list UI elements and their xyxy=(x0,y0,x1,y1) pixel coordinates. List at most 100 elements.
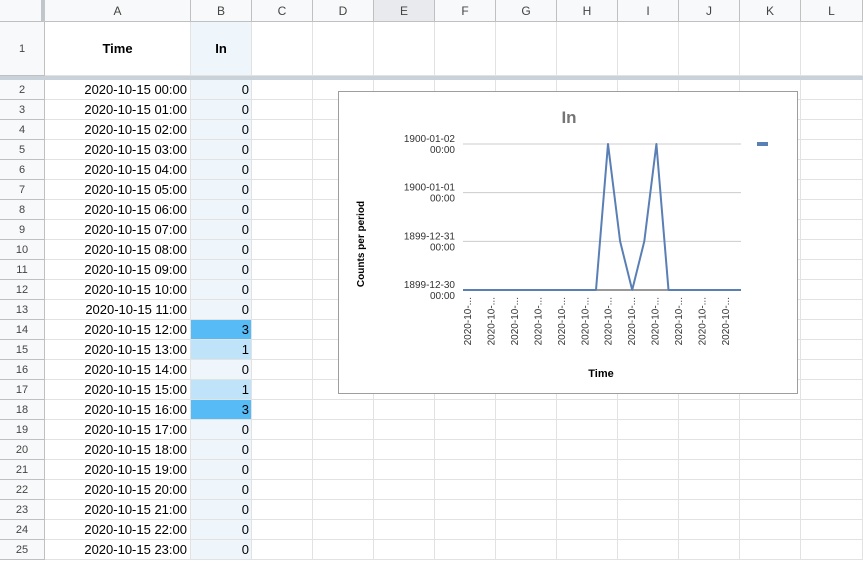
cell-empty[interactable] xyxy=(374,540,435,560)
cell-empty[interactable] xyxy=(252,120,313,140)
cell-time[interactable]: 2020-10-15 04:00 xyxy=(45,160,191,180)
row-header-16[interactable]: 16 xyxy=(0,360,45,380)
cell-empty[interactable] xyxy=(618,520,679,540)
cell-in[interactable]: 0 xyxy=(191,220,252,240)
cell-time[interactable]: 2020-10-15 18:00 xyxy=(45,440,191,460)
cell-in[interactable]: 0 xyxy=(191,360,252,380)
row-header-12[interactable]: 12 xyxy=(0,280,45,300)
cell-empty[interactable] xyxy=(801,100,863,120)
column-header-b[interactable]: B xyxy=(191,0,252,22)
column-header-h[interactable]: H xyxy=(557,0,618,22)
cell-time[interactable]: 2020-10-15 16:00 xyxy=(45,400,191,420)
row-header-17[interactable]: 17 xyxy=(0,380,45,400)
cell-empty[interactable] xyxy=(252,440,313,460)
cell-empty[interactable] xyxy=(496,500,557,520)
cell-empty[interactable] xyxy=(313,480,374,500)
cell-empty[interactable] xyxy=(313,540,374,560)
cell-time[interactable]: 2020-10-15 02:00 xyxy=(45,120,191,140)
cell-empty[interactable] xyxy=(679,480,740,500)
column-header-c[interactable]: C xyxy=(252,0,313,22)
cell-empty[interactable] xyxy=(252,200,313,220)
row-header-1[interactable]: 1 xyxy=(0,22,45,76)
cell-empty[interactable] xyxy=(252,260,313,280)
cell-empty[interactable] xyxy=(618,440,679,460)
cell-empty[interactable] xyxy=(679,520,740,540)
cell-empty[interactable] xyxy=(679,420,740,440)
cell-empty[interactable] xyxy=(679,460,740,480)
cell-empty[interactable] xyxy=(557,480,618,500)
cell-empty[interactable] xyxy=(801,80,863,100)
cell-empty[interactable] xyxy=(557,540,618,560)
cell-empty[interactable] xyxy=(435,500,496,520)
cell-in[interactable]: 0 xyxy=(191,440,252,460)
cell-empty[interactable] xyxy=(435,540,496,560)
cell-empty[interactable] xyxy=(252,22,313,76)
column-header-d[interactable]: D xyxy=(313,0,374,22)
cell-in[interactable]: 0 xyxy=(191,280,252,300)
cell-empty[interactable] xyxy=(252,520,313,540)
cell-time[interactable]: 2020-10-15 13:00 xyxy=(45,340,191,360)
cell-in[interactable]: 0 xyxy=(191,140,252,160)
cell-empty[interactable] xyxy=(679,500,740,520)
cell-time[interactable]: 2020-10-15 19:00 xyxy=(45,460,191,480)
cell-empty[interactable] xyxy=(374,400,435,420)
cell-empty[interactable] xyxy=(740,500,801,520)
cell-in[interactable]: 3 xyxy=(191,400,252,420)
cell-empty[interactable] xyxy=(374,22,435,76)
cell-empty[interactable] xyxy=(252,160,313,180)
cell-empty[interactable] xyxy=(252,360,313,380)
cell-empty[interactable] xyxy=(435,460,496,480)
cell-in[interactable]: 3 xyxy=(191,320,252,340)
select-all-corner[interactable] xyxy=(0,0,45,22)
row-header-6[interactable]: 6 xyxy=(0,160,45,180)
cell-empty[interactable] xyxy=(435,400,496,420)
cell-empty[interactable] xyxy=(801,460,863,480)
row-header-3[interactable]: 3 xyxy=(0,100,45,120)
cell-time[interactable]: 2020-10-15 17:00 xyxy=(45,420,191,440)
cell-empty[interactable] xyxy=(557,420,618,440)
cell-time[interactable]: 2020-10-15 07:00 xyxy=(45,220,191,240)
column-header-g[interactable]: G xyxy=(496,0,557,22)
cell-empty[interactable] xyxy=(740,440,801,460)
row-header-25[interactable]: 25 xyxy=(0,540,45,560)
cell-empty[interactable] xyxy=(252,300,313,320)
cell-empty[interactable] xyxy=(618,540,679,560)
frozen-row-divider[interactable] xyxy=(0,76,863,80)
cell-in[interactable]: 0 xyxy=(191,540,252,560)
cell-empty[interactable] xyxy=(618,480,679,500)
cell-in[interactable]: 1 xyxy=(191,380,252,400)
cell-empty[interactable] xyxy=(252,280,313,300)
cell-empty[interactable] xyxy=(740,420,801,440)
column-header-k[interactable]: K xyxy=(740,0,801,22)
cell-empty[interactable] xyxy=(618,400,679,420)
cell-empty[interactable] xyxy=(801,360,863,380)
cell-empty[interactable] xyxy=(801,200,863,220)
cell-empty[interactable] xyxy=(557,500,618,520)
cell-empty[interactable] xyxy=(801,140,863,160)
column-header-a[interactable]: A xyxy=(45,0,191,22)
cell-empty[interactable] xyxy=(618,500,679,520)
cell-empty[interactable] xyxy=(374,480,435,500)
cell-empty[interactable] xyxy=(801,380,863,400)
cell-empty[interactable] xyxy=(252,380,313,400)
cell-empty[interactable] xyxy=(679,22,740,76)
cell-empty[interactable] xyxy=(252,220,313,240)
cell-empty[interactable] xyxy=(801,280,863,300)
cell-time[interactable]: 2020-10-15 14:00 xyxy=(45,360,191,380)
cell-empty[interactable] xyxy=(252,180,313,200)
cell-empty[interactable] xyxy=(313,440,374,460)
row-header-19[interactable]: 19 xyxy=(0,420,45,440)
cell-in[interactable]: 0 xyxy=(191,480,252,500)
cell-time[interactable]: 2020-10-15 20:00 xyxy=(45,480,191,500)
cell-empty[interactable] xyxy=(252,80,313,100)
cell-empty[interactable] xyxy=(313,400,374,420)
cell-empty[interactable] xyxy=(252,480,313,500)
cell-time[interactable]: 2020-10-15 12:00 xyxy=(45,320,191,340)
cell-empty[interactable] xyxy=(252,500,313,520)
cell-time[interactable]: 2020-10-15 01:00 xyxy=(45,100,191,120)
row-header-21[interactable]: 21 xyxy=(0,460,45,480)
cell-empty[interactable] xyxy=(252,420,313,440)
cell-empty[interactable] xyxy=(801,500,863,520)
cell-time[interactable]: 2020-10-15 22:00 xyxy=(45,520,191,540)
row-header-18[interactable]: 18 xyxy=(0,400,45,420)
